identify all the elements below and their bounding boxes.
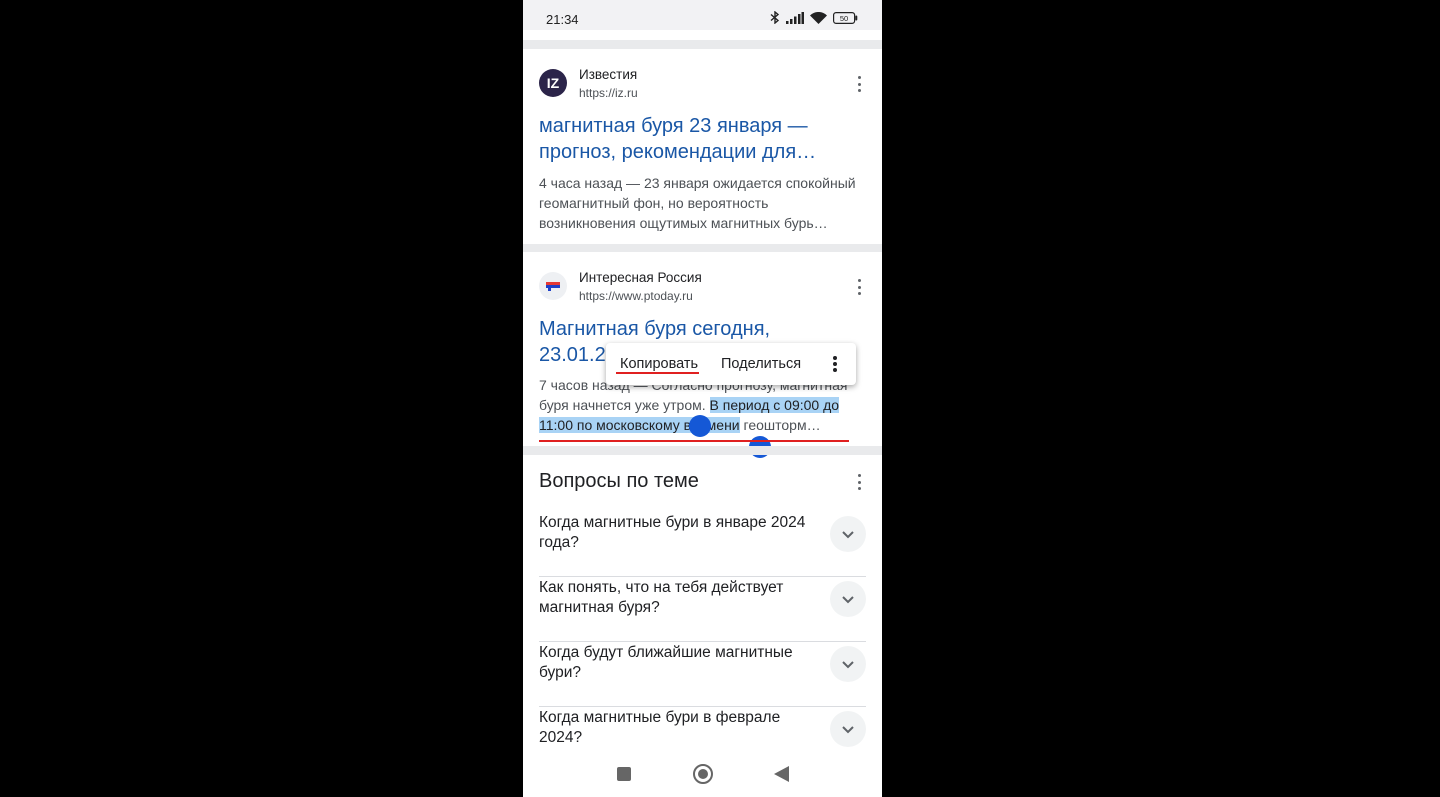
faq-question: Когда будут ближайшие магнитные бури? [539,644,793,681]
result-snippet: 4 часа назад — 23 января ожидается споко… [539,173,865,233]
annotation-underline [616,372,699,374]
faq-item[interactable]: Когда магнитные бури в феврале 2024? [539,708,866,752]
copy-button[interactable]: Копировать [620,356,698,372]
share-button[interactable]: Поделиться [721,356,801,372]
more-vert-icon[interactable] [854,76,864,92]
title-line: прогноз, рекомендации для… [539,141,817,163]
status-icons: 50 [770,10,858,29]
faq-item[interactable]: Когда магнитные бури в январе 2024 года? [539,513,866,577]
snippet-line: геомагнитный фон, но вероятность [539,195,769,211]
chevron-down-icon [842,661,854,669]
site-name: Известия [579,67,638,82]
faq-item[interactable]: Когда будут ближайшие магнитные бури? [539,643,866,707]
bluetooth-icon [770,10,780,29]
text-selection-menu: Копировать Поделиться [606,343,856,385]
wifi-icon [810,11,827,29]
expand-button[interactable] [830,581,866,617]
favicon-iz: IZ [539,69,567,97]
snippet-line: возникновения ощутимых магнитных бурь… [539,215,828,231]
chevron-down-icon [842,531,854,539]
divider [539,641,866,642]
snippet-text: буря начнется уже утром. [539,397,710,413]
more-vert-icon[interactable] [854,279,864,295]
site-url[interactable]: https://www.ptoday.ru [579,289,693,303]
status-time: 21:34 [546,12,579,27]
faq-question: Как понять, что на тебя действует магнит… [539,579,784,616]
phone-screen: 21:34 50 IZ Известия https://iz.ru магни… [523,0,882,797]
expand-button[interactable] [830,711,866,747]
title-line: Магнитная буря сегодня, [539,318,771,340]
home-icon [693,764,713,784]
separator [523,40,882,49]
recent-apps-icon [617,767,631,781]
faq-item[interactable]: Как понять, что на тебя действует магнит… [539,578,866,642]
favicon-ptoday [539,272,567,300]
site-url[interactable]: https://iz.ru [579,86,638,100]
divider [539,706,866,707]
status-bar: 21:34 50 [523,0,882,30]
related-questions-title: Вопросы по теме [539,470,699,492]
selected-text[interactable]: В период с 09:00 до [709,397,840,413]
separator [523,244,882,252]
result-title-link[interactable]: магнитная буря 23 января — прогноз, реко… [539,113,839,165]
chevron-down-icon [842,726,854,734]
expand-button[interactable] [830,646,866,682]
more-vert-icon[interactable] [854,474,864,490]
back-icon [774,766,789,782]
site-name: Интересная Россия [579,270,702,285]
battery-icon: 50 [833,11,858,29]
chevron-down-icon [842,596,854,604]
selection-start-handle[interactable] [689,415,711,437]
snippet-line: буря начнется уже утром. В период с 09:0… [539,395,865,415]
snippet-text: геошторм… [739,417,821,433]
annotation-underline [539,440,849,442]
divider [539,576,866,577]
expand-button[interactable] [830,516,866,552]
separator [523,446,882,455]
faq-question: Когда магнитные бури в феврале 2024? [539,709,781,746]
title-line: магнитная буря 23 января — [539,115,808,137]
faq-question: Когда магнитные бури в январе 2024 года? [539,514,806,551]
search-result-card[interactable]: IZ Известия https://iz.ru магнитная буря… [523,49,882,244]
snippet-line: 4 часа назад — 23 января ожидается споко… [539,175,856,191]
signal-icon [786,11,804,29]
system-navigation-bar [523,752,882,797]
more-vert-icon[interactable] [832,356,838,372]
battery-level: 50 [840,14,848,23]
